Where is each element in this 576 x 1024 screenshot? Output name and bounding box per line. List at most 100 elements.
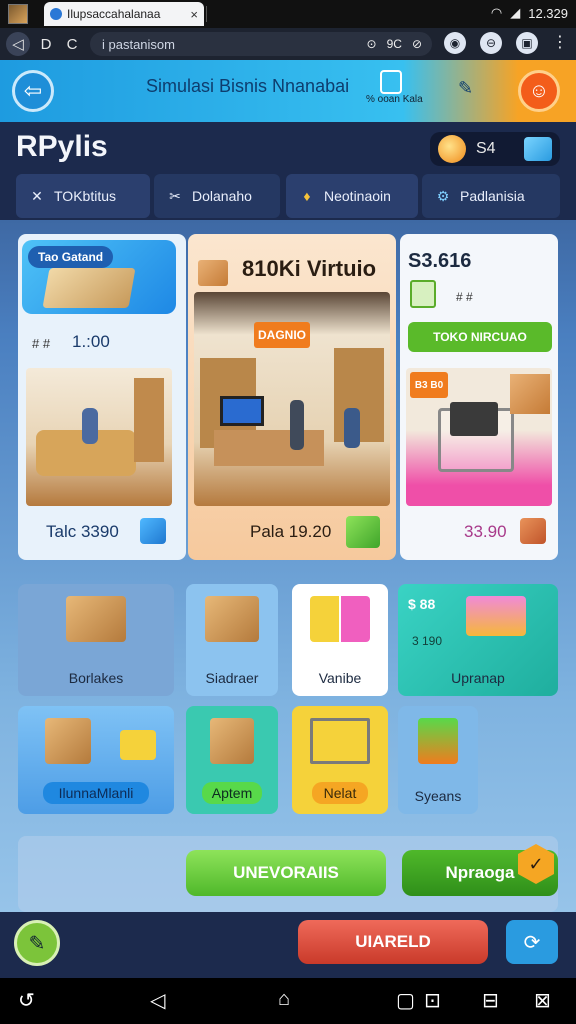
tab-dolanaho[interactable]: ✂ Dolanaho: [154, 174, 280, 218]
rotate-icon[interactable]: ⊠: [534, 988, 551, 1013]
card-price: Pala 19.20: [250, 522, 332, 541]
tab-label: Neotinaoin: [324, 188, 391, 204]
counter-icon: [214, 430, 324, 466]
tab-neotinaoin[interactable]: ♦ Neotinaoin: [286, 174, 418, 218]
store-interior-image: DAGNIO: [194, 292, 390, 506]
category-tabs: ✕ TOKbtitus ✂ Dolanaho ♦ Neotinaoin ⚙ Pa…: [0, 174, 576, 220]
toko-button[interactable]: TOKO NIRCUAO: [408, 322, 552, 352]
screen-icon[interactable]: ⊡: [424, 988, 441, 1013]
back-icon[interactable]: ◁: [150, 988, 165, 1013]
leaf-button[interactable]: ✎: [14, 920, 60, 966]
tile-label: Upranap: [451, 670, 505, 686]
browser-tab[interactable]: Ilupsaccahalanaa ×: [44, 2, 204, 26]
recents-icon[interactable]: ▢: [396, 988, 415, 1013]
new-tab-button[interactable]: [206, 6, 234, 22]
sale-tag: B3 B0: [410, 372, 448, 398]
tile-label: Nelat: [311, 782, 369, 804]
primary-button[interactable]: UNEVORAIIS: [186, 850, 386, 896]
home-icon[interactable]: ⌂: [278, 988, 290, 1011]
game-subtitle: % ooan Kala: [366, 94, 423, 105]
product-icon: [410, 280, 436, 308]
app-logo: RPylis: [16, 130, 108, 163]
secondary-label: Npraoga: [445, 863, 515, 882]
tab-close-button[interactable]: ×: [190, 7, 198, 22]
extension-icon[interactable]: ▣: [516, 32, 538, 54]
tile-aptem[interactable]: Aptem: [186, 706, 278, 814]
address-bar: ◁ D C i pastanisom ⊙ 9C ⊘ ◉ ⊖ ▣ ⋮: [0, 28, 576, 60]
title-row: RPylis S4: [0, 122, 576, 174]
game-header: ⇦ Simulasi Bisnis Nnanabai % ooan Kala ✎…: [0, 60, 576, 122]
coin-stack-icon: ♦: [303, 188, 311, 204]
split-icon[interactable]: ⊟: [482, 988, 499, 1013]
gear-icon: ⚙: [436, 187, 450, 204]
tile-nelat[interactable]: Nelat: [292, 706, 388, 814]
tile-ilunnamlanli[interactable]: IlunnaMlanli: [18, 706, 174, 814]
settings-icon[interactable]: 9C: [387, 37, 402, 51]
product-card-cart[interactable]: S3.616 # # TOKO NIRCUAO B3 B0 33.90: [400, 234, 558, 560]
monitor-icon: [220, 396, 264, 426]
box-icon: [66, 596, 126, 642]
game-title: Simulasi Bisnis Nnanabai: [146, 76, 350, 96]
signal-icon: ◢: [510, 5, 521, 20]
box-icon: [198, 260, 228, 286]
tab-padlanisia[interactable]: ⚙ Padlanisia: [422, 174, 560, 218]
back-nav-button[interactable]: ◁: [6, 32, 30, 56]
game-screen: ⇦ Simulasi Bisnis Nnanabai % ooan Kala ✎…: [0, 60, 576, 978]
profile-icon[interactable]: ◉: [444, 32, 466, 54]
tile-label: IlunnaMlanli: [42, 782, 150, 804]
book-icon: [42, 268, 136, 308]
rating-label: # #: [456, 290, 473, 304]
refresh-button[interactable]: ⟳: [506, 920, 558, 964]
menu-icon[interactable]: ⋮: [552, 32, 568, 54]
status-time: 12.329: [528, 5, 568, 21]
tile-label: Borlakes: [68, 670, 124, 686]
person-icon: [290, 400, 304, 450]
tile-syeans[interactable]: Syeans: [398, 706, 478, 814]
tile-borlakes[interactable]: Borlakes: [18, 584, 174, 696]
tile-vanibe[interactable]: Vanibe: [292, 584, 388, 696]
green-cube-icon: [346, 516, 380, 548]
product-card-store[interactable]: 810Ki Virtuio DAGNIO Pala 19.20: [188, 234, 396, 560]
back-button[interactable]: ⇦: [12, 70, 54, 112]
system-icons: ◠ ◢ 12.329: [491, 5, 568, 21]
url-icons: ⊙ 9C ⊘: [367, 37, 422, 51]
tab-label: Dolanaho: [192, 188, 252, 204]
forward-nav-button[interactable]: D: [34, 32, 58, 56]
box-icon: [510, 374, 550, 414]
shield-check-icon: ✓: [518, 844, 554, 884]
tile-upranap[interactable]: $ 88 3 190 Upranap: [398, 584, 558, 696]
app-icon[interactable]: [8, 4, 28, 24]
browser-tools: ◉ ⊖ ▣ ⋮: [444, 32, 568, 54]
tile-label: Aptem: [201, 782, 263, 804]
wifi-icon: ◠: [490, 5, 503, 20]
tab-label: TOKbtitus: [54, 188, 116, 204]
box-icon: [45, 718, 91, 764]
cross-icon: ✕: [31, 187, 43, 204]
product-card-home[interactable]: Tao Gatand # # 1.:00 Talc 3390: [18, 234, 186, 560]
danger-button[interactable]: UIARELD: [298, 920, 488, 964]
secondary-button[interactable]: Npraoga ✓: [402, 844, 558, 896]
key-icon[interactable]: ⊙: [367, 37, 377, 51]
reload-button[interactable]: C: [60, 32, 84, 56]
tile-label: Syeans: [414, 788, 462, 804]
card-value: 1.:00: [72, 332, 110, 351]
android-nav-bar: ↺ ◁ ⌂ ▢ ⊡ ⊟ ⊠: [0, 978, 576, 1024]
bookshelf-icon: [134, 378, 164, 462]
tile-label: Siadraer: [205, 670, 259, 686]
tab-tokbtitus[interactable]: ✕ TOKbtitus: [16, 174, 150, 218]
url-input[interactable]: i pastanisom ⊙ 9C ⊘: [90, 32, 432, 56]
tile-siadraer[interactable]: Siadraer: [186, 584, 278, 696]
cushion-icon: [466, 596, 526, 636]
block-icon[interactable]: ⊘: [412, 37, 422, 51]
currency-panel: S4: [430, 132, 560, 166]
tile-mid-text: 3 190: [412, 634, 443, 648]
tab-label: Padlanisia: [460, 188, 525, 204]
profile-button[interactable]: ☺: [518, 70, 560, 112]
gem-icon[interactable]: [524, 137, 552, 161]
tab-title: Ilupsaccahalanaa: [67, 7, 161, 21]
history-icon[interactable]: ⊖: [480, 32, 502, 54]
card-price: 33.90: [464, 522, 507, 541]
undo-icon[interactable]: ↺: [18, 988, 35, 1013]
box-icon: [210, 718, 254, 764]
edit-icon[interactable]: ✎: [458, 78, 473, 99]
